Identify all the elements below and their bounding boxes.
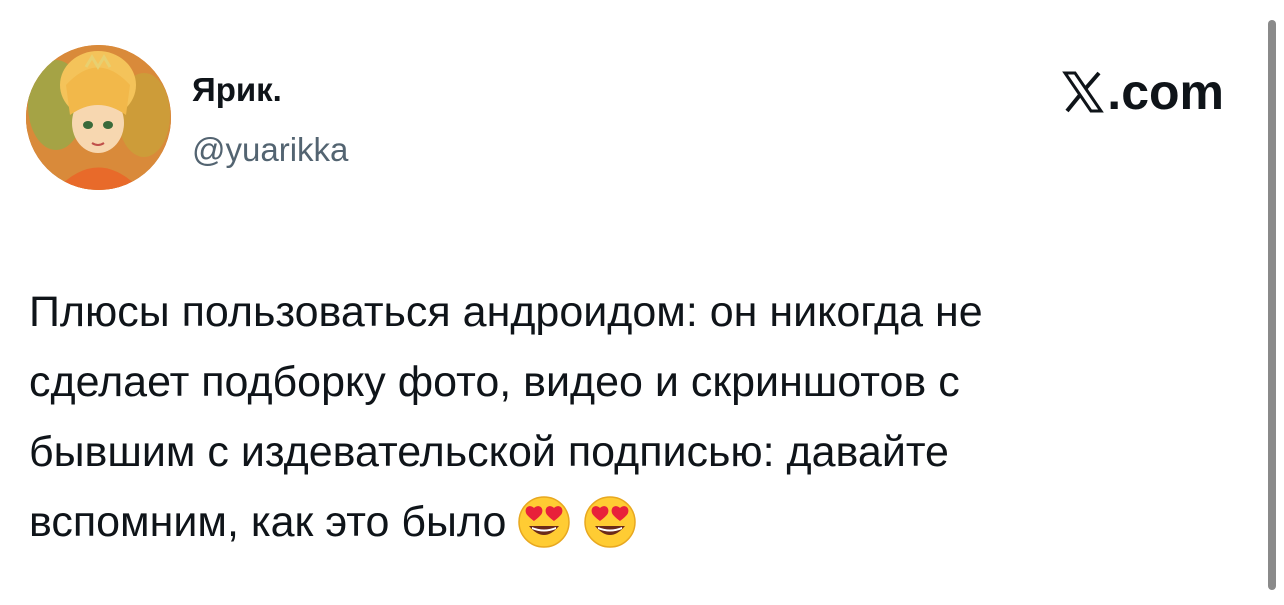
scrollbar-thumb[interactable] [1268, 20, 1276, 590]
scrollbar[interactable] [1268, 20, 1276, 590]
tweet-line: бывшим с издевательской подписью: давайт… [29, 428, 949, 476]
author-handle[interactable]: @yuarikka [192, 130, 348, 170]
brand-logo: .com [1061, 62, 1224, 122]
tweet-line-text: вспомним, как это было [29, 498, 507, 546]
tweet-line: сделает подборку фото, видео и скриншото… [29, 358, 960, 406]
avatar[interactable] [26, 45, 171, 190]
tweet-line-last: вспомним, как это было [29, 487, 1264, 557]
heart-eyes-emoji-icon [584, 496, 637, 548]
avatar-image [26, 45, 171, 190]
tweet-line: Плюсы пользоваться андроидом: он никогда… [29, 288, 983, 336]
tweet-card: Ярик. @yuarikka .com Плюсы пользоваться … [0, 0, 1284, 605]
brand-domain: .com [1107, 64, 1224, 120]
x-logo-icon [1062, 71, 1105, 113]
tweet-text: Плюсы пользоваться андроидом: он никогда… [29, 277, 1264, 557]
author-name[interactable]: Ярик. [192, 70, 282, 110]
heart-eyes-emoji-icon [518, 496, 571, 548]
